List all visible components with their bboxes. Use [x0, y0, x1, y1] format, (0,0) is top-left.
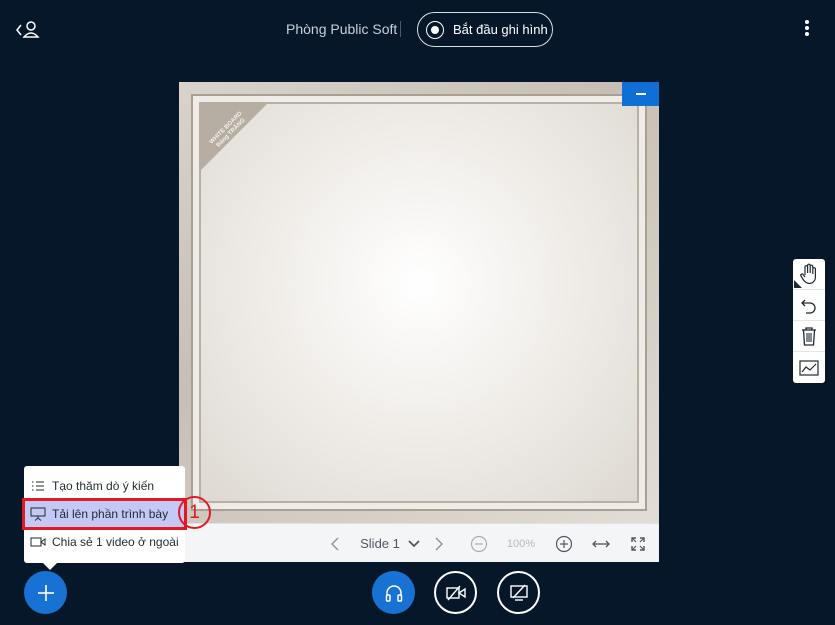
- plus-icon: [37, 584, 54, 601]
- dot-icon: [805, 20, 809, 24]
- whiteboard-canvas[interactable]: WHITE BOARD Bảng TRẮNG: [193, 96, 645, 509]
- slide-selector[interactable]: Slide 1: [355, 524, 425, 563]
- menu-item-label: Tạo thăm dò ý kiến: [52, 479, 155, 493]
- fit-width-icon: [592, 540, 610, 547]
- menu-item-label: Tải lên phần trình bày: [52, 507, 169, 521]
- minimize-presentation-button[interactable]: [622, 82, 659, 106]
- dot-icon: [805, 26, 809, 30]
- video-off-icon: [445, 585, 466, 600]
- record-label: Bắt đầu ghi hình: [453, 22, 548, 37]
- zoom-out-button[interactable]: [469, 524, 489, 563]
- whiteboard-corner-label: [199, 102, 269, 172]
- undo-annotation-button[interactable]: [793, 290, 825, 321]
- headphones-icon: [385, 584, 402, 602]
- video-icon: [30, 536, 46, 548]
- start-recording-button[interactable]: Bắt đầu ghi hình: [417, 12, 553, 47]
- audio-button[interactable]: [372, 571, 415, 614]
- user-list-toggle-button[interactable]: [14, 18, 42, 42]
- record-icon: [426, 20, 444, 39]
- list-icon: [30, 480, 46, 492]
- menu-item-upload-presentation[interactable]: Tải lên phần trình bày: [22, 498, 187, 530]
- fullscreen-icon: [631, 536, 645, 551]
- share-webcam-button[interactable]: [434, 571, 477, 614]
- pan-tool-button[interactable]: [793, 259, 825, 290]
- zoom-level: 100%: [501, 524, 541, 563]
- clear-annotations-button[interactable]: [793, 321, 825, 352]
- actions-plus-button[interactable]: [24, 571, 67, 614]
- screen-share-off-icon: [509, 584, 528, 601]
- user-back-icon: [16, 21, 40, 38]
- title-divider: [400, 21, 401, 37]
- zoom-level-value: 100%: [506, 537, 536, 550]
- more-options-button[interactable]: [800, 20, 814, 40]
- zoom-in-icon: [555, 535, 573, 552]
- top-bar: Phòng Public Soft Bắt đầu ghi hình: [0, 0, 835, 58]
- annotation-toolbar: [793, 259, 825, 383]
- menu-item-create-poll[interactable]: Tạo thăm dò ý kiến: [24, 472, 185, 500]
- whiteboard-frame: WHITE BOARD Bảng TRẮNG: [179, 82, 659, 523]
- whiteboard-chart-icon: [799, 359, 819, 376]
- zoom-in-button[interactable]: [554, 524, 574, 563]
- step-marker-badge: 1: [178, 496, 211, 529]
- share-screen-button[interactable]: [497, 571, 540, 614]
- chevron-down-icon: [408, 539, 420, 547]
- chevron-left-icon: [331, 537, 339, 550]
- room-title: Phòng Public Soft: [286, 21, 398, 37]
- zoom-out-icon: [470, 535, 488, 552]
- hand-icon: [800, 263, 816, 285]
- corner-triangle-icon: [794, 280, 802, 288]
- menu-item-label: Chia sẻ 1 video ở ngoài: [52, 535, 179, 549]
- fullscreen-button[interactable]: [627, 524, 649, 563]
- trash-icon: [802, 327, 816, 346]
- previous-slide-button[interactable]: [325, 524, 345, 563]
- multi-user-whiteboard-button[interactable]: [793, 352, 825, 383]
- slide-label: Slide 1: [360, 536, 400, 551]
- fit-to-width-button[interactable]: [589, 524, 613, 563]
- menu-item-share-external-video[interactable]: Chia sẻ 1 video ở ngoài: [24, 528, 185, 556]
- presentation-toolbar: Slide 1 100%: [179, 523, 659, 562]
- presentation-icon: [30, 507, 46, 521]
- whiteboard-presentation: WHITE BOARD Bảng TRẮNG Slide 1 100%: [179, 82, 659, 562]
- chevron-right-icon: [435, 537, 443, 550]
- actions-menu: Tạo thăm dò ý kiến Tải lên phần trình bà…: [22, 466, 187, 570]
- next-slide-button[interactable]: [429, 524, 449, 563]
- undo-icon: [801, 299, 816, 314]
- dot-icon: [805, 32, 809, 36]
